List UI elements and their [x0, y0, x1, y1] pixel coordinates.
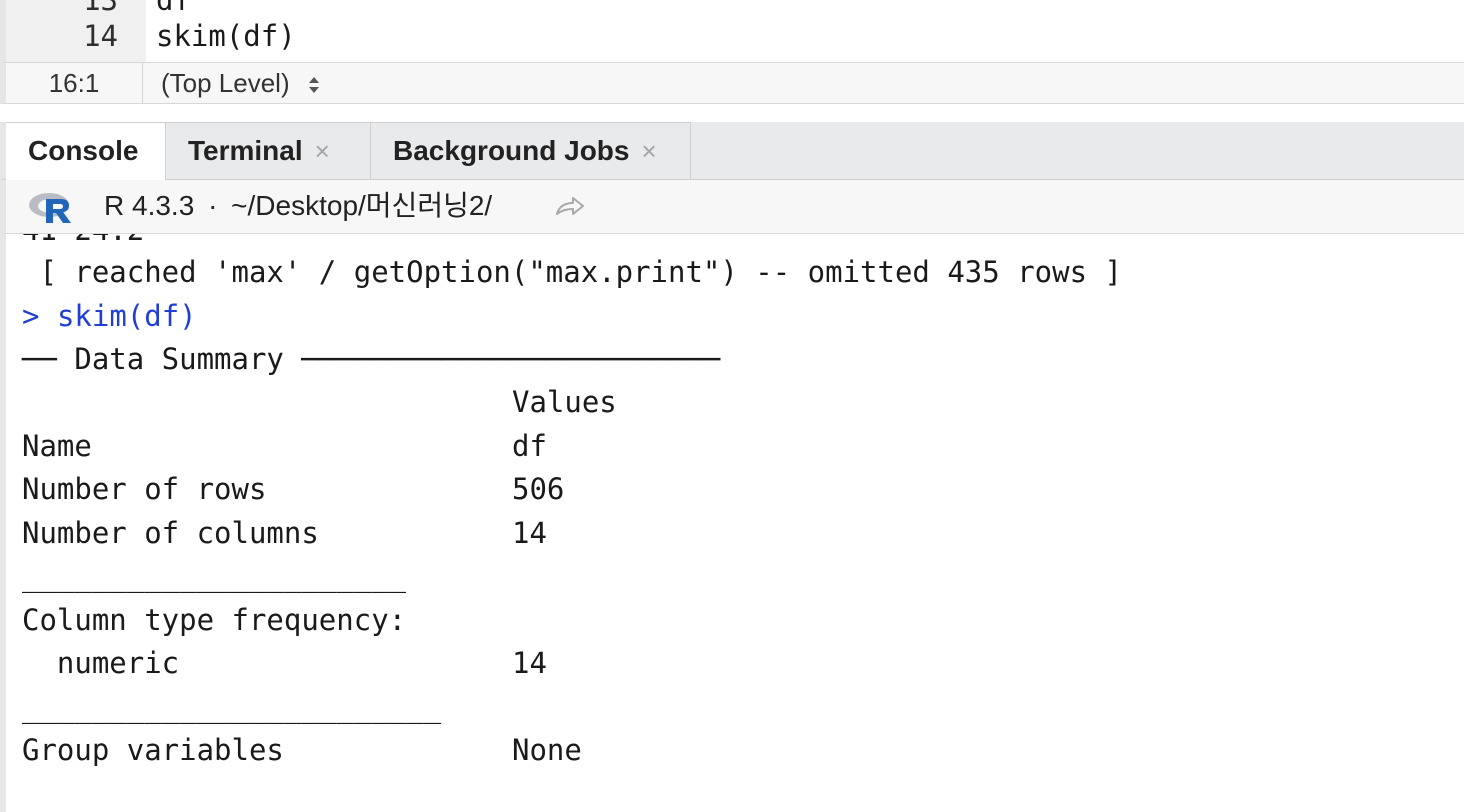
separator: ·	[208, 190, 218, 221]
row-label: numeric	[22, 646, 180, 680]
omitted-rows-notice: [ reached 'max' / getOption("max.print")…	[22, 255, 1122, 289]
tab-label: Terminal	[188, 135, 303, 166]
divider: ________________________	[22, 690, 442, 724]
command-text: skim(df)	[56, 299, 197, 333]
r-version: R 4.3.3	[104, 190, 195, 221]
tab-terminal[interactable]: Terminal ×	[166, 122, 371, 180]
console-output[interactable]: 41 24.2 [ reached 'max' / getOption("max…	[0, 234, 1464, 812]
goto-directory-arrow-icon[interactable]	[554, 194, 586, 218]
r-logo-icon	[29, 193, 71, 223]
console-tab-bar: Console Terminal × Background Jobs ×	[0, 122, 1464, 180]
summary-row: Number of rows 506	[22, 467, 822, 511]
row-label: Name	[22, 429, 92, 463]
tab-label: Console	[28, 135, 139, 166]
summary-header: ── Data Summary ────────────────────────	[22, 342, 721, 376]
scope-label: (Top Level)	[161, 68, 290, 98]
row-label: Number of columns	[22, 516, 319, 550]
summary-row: Name df	[22, 424, 822, 468]
line-number: 14	[83, 19, 118, 53]
code-text[interactable]: df	[156, 0, 191, 18]
row-value: 506	[512, 472, 565, 506]
row-value: 14	[512, 516, 547, 550]
group-variables-value: None	[512, 733, 582, 767]
close-icon[interactable]: ×	[641, 123, 656, 179]
summary-row: Number of columns 14	[22, 511, 822, 555]
tab-label: Background Jobs	[393, 135, 630, 166]
group-variables-label: Group variables	[22, 733, 284, 767]
divider: ______________________	[22, 559, 407, 593]
line-number: 13	[83, 0, 118, 17]
working-directory: ~/Desktop/머신러닝2/	[231, 190, 493, 221]
console-command-line: > skim(df)	[22, 294, 197, 338]
row-value: df	[512, 429, 547, 463]
up-down-chevron-icon	[307, 74, 321, 96]
scope-selector[interactable]: (Top Level)	[161, 63, 321, 103]
console-header: R 4.3.3 · ~/Desktop/머신러닝2/	[0, 180, 1464, 234]
close-icon[interactable]: ×	[315, 123, 330, 179]
pane-splitter[interactable]	[0, 104, 1464, 122]
summary-row: numeric 14	[22, 641, 822, 685]
tab-background-jobs[interactable]: Background Jobs ×	[371, 122, 691, 180]
values-header: Values	[512, 385, 617, 419]
prompt: >	[22, 299, 40, 333]
row-label: Number of rows	[22, 472, 267, 506]
row-value: 14	[512, 646, 547, 680]
r-version-and-directory: R 4.3.3 · ~/Desktop/머신러닝2/	[104, 180, 492, 232]
tab-console[interactable]: Console	[6, 122, 166, 180]
source-editor[interactable]: 13 df 14 skim(df)	[0, 0, 1464, 62]
cursor-position: 16:1	[6, 63, 143, 103]
summary-row: Group variables None	[22, 728, 822, 772]
column-type-label: Column type frequency:	[22, 603, 407, 637]
code-text[interactable]: skim(df)	[156, 18, 296, 54]
editor-status-bar: 16:1 (Top Level)	[0, 62, 1464, 104]
